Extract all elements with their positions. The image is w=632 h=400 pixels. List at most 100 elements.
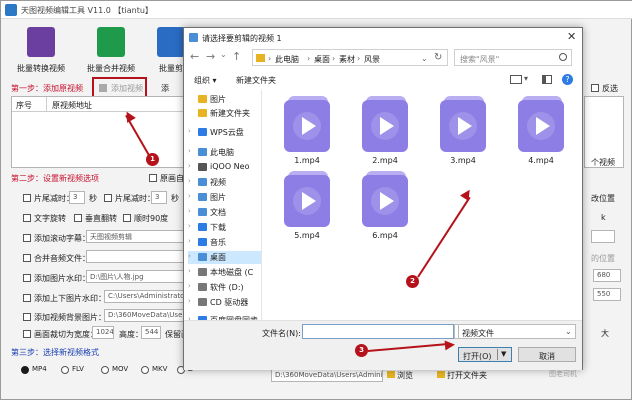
trim-end-input[interactable]: 3 — [151, 191, 167, 204]
forward-arrow-icon[interactable]: → — [206, 50, 215, 63]
expand-chevron-icon[interactable]: › — [188, 252, 191, 260]
nav-item-label: CD 驱动器 — [210, 298, 249, 307]
back-arrow-icon[interactable]: ← — [190, 50, 199, 63]
nav-item[interactable]: › 图片 — [188, 191, 261, 204]
breadcrumb-this-pc[interactable]: 此电脑 — [275, 54, 299, 65]
format-flv-radio[interactable] — [61, 366, 69, 374]
format-mov-radio[interactable] — [101, 366, 109, 374]
recent-chevron-icon[interactable]: ⌄ — [220, 50, 227, 59]
expand-chevron-icon[interactable]: › — [188, 297, 191, 305]
nav-item[interactable]: › 音乐 — [188, 236, 261, 249]
batch-merge-button[interactable]: 批量合并视频 — [87, 25, 135, 75]
nav-item[interactable]: › 软件 (D:) — [188, 281, 261, 294]
nav-item[interactable]: 新建文件夹 — [188, 107, 261, 120]
crop-checkbox[interactable] — [23, 330, 31, 338]
search-input[interactable]: 搜索"风景" — [454, 49, 572, 66]
scroll-subtitle-input[interactable]: 天图视频剪辑 — [86, 230, 184, 243]
add-video-button[interactable]: 添加视频 — [97, 81, 145, 95]
address-dropdown-icon[interactable]: ⌄ — [421, 54, 428, 63]
nav-item[interactable]: › 本地磁盘 (C — [188, 266, 261, 279]
output-path-input[interactable]: D:\360MoveData\Users\Administr — [271, 369, 383, 382]
expand-chevron-icon[interactable]: › — [188, 127, 191, 135]
expand-chevron-icon[interactable]: › — [188, 237, 191, 245]
breadcrumb-scenery[interactable]: 风景 — [364, 54, 380, 65]
file-item[interactable]: 2.mp4 — [354, 94, 416, 174]
background-image-checkbox[interactable] — [23, 313, 31, 321]
refresh-icon[interactable]: ↻ — [434, 52, 442, 63]
expand-chevron-icon[interactable]: › — [188, 162, 191, 170]
nav-item[interactable]: › iQOO Neo — [188, 161, 261, 174]
file-item[interactable]: 6.mp4 — [354, 169, 416, 249]
filename-input[interactable] — [302, 324, 454, 339]
cancel-button[interactable]: 取消 — [518, 347, 576, 362]
up-arrow-icon[interactable]: ↑ — [232, 50, 241, 63]
trim-start-input[interactable]: 3 — [69, 191, 85, 204]
filename-label: 文件名(N): — [262, 329, 301, 338]
expand-chevron-icon[interactable]: › — [188, 177, 191, 185]
nav-item[interactable]: › 此电脑 — [188, 146, 261, 159]
expand-chevron-icon[interactable]: › — [188, 222, 191, 230]
right-value-680[interactable]: 680 — [593, 269, 621, 282]
image-watermark-input[interactable]: D:\图片\人物.jpg — [86, 270, 184, 283]
nav-item[interactable]: › 文档 — [188, 206, 261, 219]
nav-item[interactable]: › 视频 — [188, 176, 261, 189]
annotation-badge-1: 1 — [146, 153, 159, 166]
preview-pane-icon[interactable] — [542, 75, 552, 84]
background-image-input[interactable]: D:\360MoveData\Users\ — [104, 309, 184, 322]
vertical-flip-checkbox[interactable] — [74, 214, 82, 222]
view-options-icon[interactable] — [510, 75, 522, 84]
image-watermark-checkbox[interactable] — [23, 274, 31, 282]
new-folder-button[interactable]: 新建文件夹 — [236, 75, 276, 86]
nav-item[interactable]: 图片 — [188, 93, 261, 106]
address-bar[interactable]: › 此电脑 › 桌面 › 素材 › 风景 ⌄ ↻ — [252, 49, 448, 66]
breadcrumb-desktop[interactable]: 桌面 — [314, 54, 330, 65]
dialog-close-icon[interactable]: ✕ — [567, 30, 576, 43]
file-item[interactable]: 1.mp4 — [276, 94, 338, 174]
nav-item-label: 文档 — [210, 208, 226, 217]
document-folder-icon — [198, 208, 207, 216]
add-short-button[interactable]: 添 — [161, 83, 169, 94]
browse-button[interactable]: 浏览 — [387, 370, 413, 381]
expand-chevron-icon[interactable]: › — [188, 282, 191, 290]
file-item[interactable]: 3.mp4 — [432, 94, 494, 174]
view-dropdown-icon[interactable]: ▾ — [524, 74, 528, 83]
expand-chevron-icon[interactable]: › — [188, 192, 191, 200]
open-dropdown-icon[interactable]: ▼ — [501, 350, 506, 358]
merge-audio-input[interactable] — [86, 250, 184, 263]
nav-item[interactable]: › 下载 — [188, 221, 261, 234]
text-rotate-checkbox[interactable] — [23, 214, 31, 222]
batch-convert-button[interactable]: 批量转换视频 — [17, 25, 65, 75]
expand-chevron-icon[interactable]: › — [188, 207, 191, 215]
nav-item[interactable]: › WPS云盘 — [188, 126, 261, 139]
help-icon[interactable]: ? — [562, 74, 573, 85]
file-item[interactable]: 4.mp4 — [510, 94, 572, 174]
breadcrumb-material[interactable]: 素材 — [339, 54, 355, 65]
trim-start-checkbox[interactable] — [23, 194, 31, 202]
scroll-subtitle-checkbox[interactable] — [23, 234, 31, 242]
right-ratio-input[interactable] — [591, 230, 615, 243]
trim-end-checkbox[interactable] — [104, 194, 112, 202]
right-value-550[interactable]: 550 — [593, 288, 621, 301]
desktop-icon — [198, 253, 207, 261]
open-button[interactable]: 打开(O) ▼ — [458, 347, 512, 362]
crop-width-input[interactable]: 1024 — [92, 326, 114, 339]
rotate-90-checkbox[interactable] — [123, 214, 131, 222]
original-size-checkbox[interactable] — [149, 174, 157, 182]
merge-audio-checkbox[interactable] — [23, 254, 31, 262]
top-bottom-watermark-checkbox[interactable] — [23, 294, 31, 302]
navigation-pane[interactable]: 图片 新建文件夹 › WPS云盘 › 此电脑 › iQOO Neo › 视频 › 图片 › 文档 › 下载 › 音… — [184, 90, 262, 320]
video-list-grid[interactable]: 序号 原视频地址 — [11, 96, 186, 168]
filetype-select[interactable]: 视频文件 ⌄ — [458, 324, 576, 339]
nav-item[interactable]: › 桌面 — [188, 251, 261, 264]
open-folder-button[interactable]: 打开文件夹 — [437, 370, 487, 381]
format-mkv-radio[interactable] — [141, 366, 149, 374]
reverse-checkbox[interactable] — [591, 84, 599, 92]
nav-item[interactable]: › CD 驱动器 — [188, 296, 261, 309]
expand-chevron-icon[interactable]: › — [188, 147, 191, 155]
top-bottom-watermark-input[interactable]: C:\Users\Administrator — [104, 290, 184, 303]
organize-menu[interactable]: 组织 ▾ — [194, 75, 217, 86]
expand-chevron-icon[interactable]: › — [188, 267, 191, 275]
file-item[interactable]: 5.mp4 — [276, 169, 338, 249]
format-mp4-radio[interactable] — [21, 366, 29, 374]
crop-height-input[interactable]: 544 — [141, 326, 161, 339]
